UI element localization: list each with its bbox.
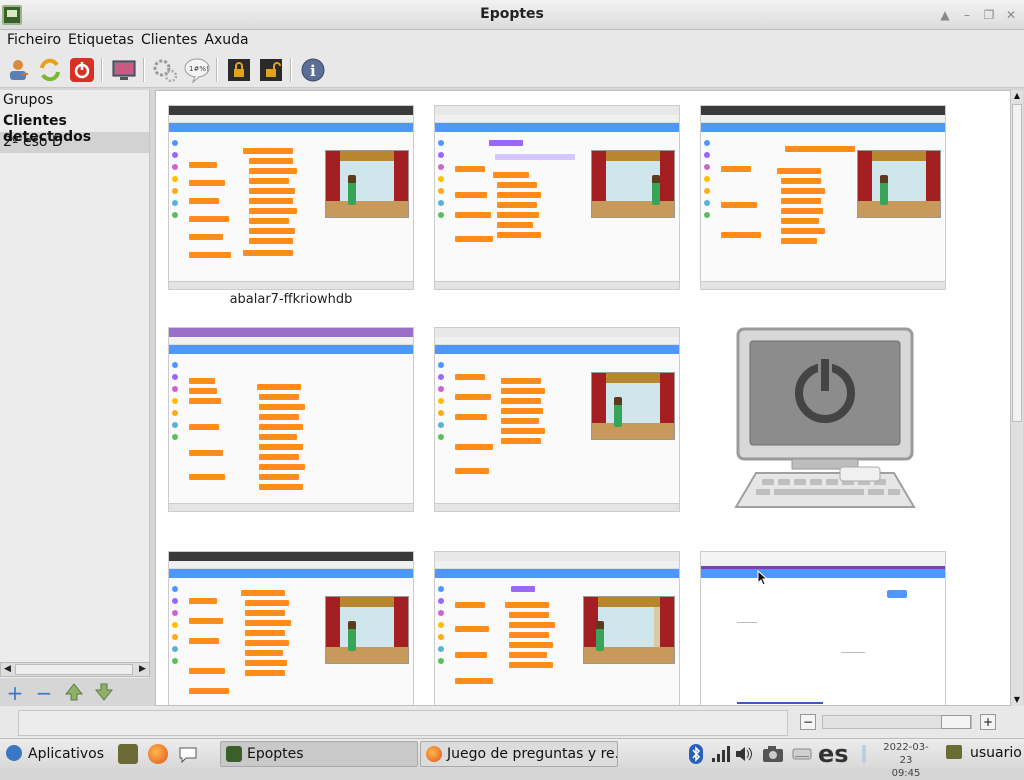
- computer-off-icon: [734, 327, 916, 508]
- bluetooth-icon[interactable]: [686, 744, 706, 764]
- zoom-out-button[interactable]: −: [800, 714, 816, 730]
- login-user-icon[interactable]: [4, 56, 32, 84]
- separator: [862, 745, 866, 763]
- scrollbar-thumb[interactable]: [15, 664, 133, 675]
- client-screen-preview: [434, 327, 680, 512]
- group-actions: + −: [0, 680, 150, 706]
- keyboard-layout-indicator[interactable]: es: [818, 740, 849, 768]
- system-taskbar: Aplicativos Epoptes Juego de preguntas y…: [0, 738, 1024, 779]
- scroll-left-icon[interactable]: ◀: [1, 663, 14, 676]
- shade-icon[interactable]: ▲: [936, 6, 954, 24]
- lock-screen-icon[interactable]: [225, 56, 253, 84]
- user-icon: [946, 745, 962, 759]
- client-name: abalar7-ffkriowhdb: [229, 292, 353, 307]
- zoom-in-button[interactable]: +: [980, 714, 996, 730]
- toolbar-separator: [101, 58, 103, 82]
- scroll-up-icon[interactable]: ▲: [1011, 90, 1023, 102]
- client-thumbnail[interactable]: [168, 551, 414, 705]
- svg-text:1#%!: 1#%!: [189, 65, 209, 73]
- file-manager-icon[interactable]: [118, 744, 138, 764]
- client-screen-preview: [434, 551, 680, 705]
- task-label: Epoptes: [247, 746, 304, 762]
- screen-capture-icon[interactable]: [762, 744, 783, 764]
- remove-group-button[interactable]: −: [33, 682, 55, 704]
- client-thumbnail[interactable]: [700, 105, 946, 292]
- toolbar: 1#%! i: [0, 52, 1024, 88]
- title-bar: Epoptes ▲ – ❐ ✕: [0, 0, 1024, 30]
- epoptes-task-icon: [226, 746, 242, 762]
- clients-grid: abalar7-ffkriowhdb: [155, 90, 1011, 706]
- firefox-task-icon: [426, 746, 442, 762]
- menu-ficheiro[interactable]: Ficheiro: [6, 30, 67, 52]
- info-icon[interactable]: i: [299, 56, 327, 84]
- mouse-cursor-icon: [757, 570, 769, 586]
- client-thumbnail[interactable]: [434, 551, 680, 705]
- scrollbar-thumb[interactable]: [1012, 104, 1022, 422]
- client-thumbnail[interactable]: abalar7-ffkriowhdb: [168, 105, 414, 307]
- applications-label: Aplicativos: [28, 746, 105, 762]
- task-label: Juego de preguntas y re...: [447, 746, 618, 762]
- firefox-icon[interactable]: [148, 744, 168, 764]
- drive-icon[interactable]: [792, 744, 812, 764]
- task-epoptes[interactable]: Epoptes: [220, 741, 418, 767]
- unlock-screen-icon[interactable]: [257, 56, 285, 84]
- client-thumbnail[interactable]: [700, 551, 946, 705]
- menu-bar: Ficheiro Etiquetas Clientes Axuda: [0, 30, 1024, 52]
- menu-logo-icon: [6, 745, 22, 761]
- broadcast-screen-icon[interactable]: [110, 56, 138, 84]
- minimize-icon[interactable]: –: [958, 6, 976, 24]
- client-screen-preview: [168, 551, 414, 705]
- status-bar: − +: [0, 706, 1024, 738]
- menu-etiquetas[interactable]: Etiquetas: [67, 30, 140, 52]
- client-thumbnail[interactable]: [434, 327, 680, 514]
- add-group-button[interactable]: +: [4, 682, 26, 704]
- shutdown-icon[interactable]: [68, 56, 96, 84]
- client-screen-preview: [434, 105, 680, 290]
- toolbar-separator: [290, 58, 292, 82]
- client-screen-preview: [700, 551, 946, 705]
- maximize-icon[interactable]: ❐: [980, 6, 998, 24]
- user-menu[interactable]: usuario: [946, 745, 1022, 761]
- client-thumbnail[interactable]: [434, 105, 680, 292]
- user-name: usuario: [970, 745, 1022, 761]
- scroll-right-icon[interactable]: ▶: [136, 663, 149, 676]
- client-screen-preview: [168, 105, 414, 290]
- clock-date: 2022-03-23: [883, 742, 929, 766]
- window-controls: ▲ – ❐ ✕: [936, 6, 1020, 24]
- window-title: Epoptes: [480, 6, 544, 22]
- toolbar-separator: [143, 58, 145, 82]
- sidebar-item-detected-clients[interactable]: Clientes detectados: [0, 111, 149, 145]
- volume-icon[interactable]: [734, 744, 754, 764]
- move-group-down-button[interactable]: [93, 682, 115, 704]
- client-screen-preview: [700, 105, 946, 290]
- close-icon[interactable]: ✕: [1002, 6, 1020, 24]
- status-message: [18, 710, 788, 736]
- sidebar-horizontal-scrollbar[interactable]: ◀ ▶: [0, 662, 150, 677]
- toolbar-separator: [216, 58, 218, 82]
- reboot-icon[interactable]: [36, 56, 64, 84]
- chat-icon[interactable]: [178, 744, 198, 764]
- move-group-up-button[interactable]: [63, 682, 85, 704]
- send-message-icon[interactable]: 1#%!: [183, 56, 211, 84]
- client-offline[interactable]: [726, 325, 972, 510]
- slider-handle[interactable]: [941, 715, 971, 729]
- applications-menu[interactable]: Aplicativos: [6, 745, 104, 762]
- execute-icon[interactable]: [151, 56, 179, 84]
- svg-text:i: i: [310, 62, 316, 80]
- menu-axuda[interactable]: Axuda: [203, 30, 254, 52]
- sidebar-header-grupos: Grupos: [3, 92, 54, 108]
- client-screen-preview: [168, 327, 414, 512]
- clock[interactable]: 2022-03-23 09:45: [880, 741, 932, 780]
- clients-vertical-scrollbar[interactable]: ▲ ▼: [1010, 90, 1023, 706]
- client-thumbnail[interactable]: [168, 327, 414, 514]
- task-firefox-window[interactable]: Juego de preguntas y re...: [420, 741, 618, 767]
- groups-sidebar: Grupos Clientes detectados 2º eso D: [0, 90, 150, 678]
- clock-time: 09:45: [891, 768, 921, 779]
- menu-clientes[interactable]: Clientes: [140, 30, 203, 52]
- scroll-down-icon[interactable]: ▼: [1011, 694, 1023, 706]
- network-signal-icon[interactable]: [710, 744, 730, 764]
- thumbnail-size-slider[interactable]: [822, 715, 972, 729]
